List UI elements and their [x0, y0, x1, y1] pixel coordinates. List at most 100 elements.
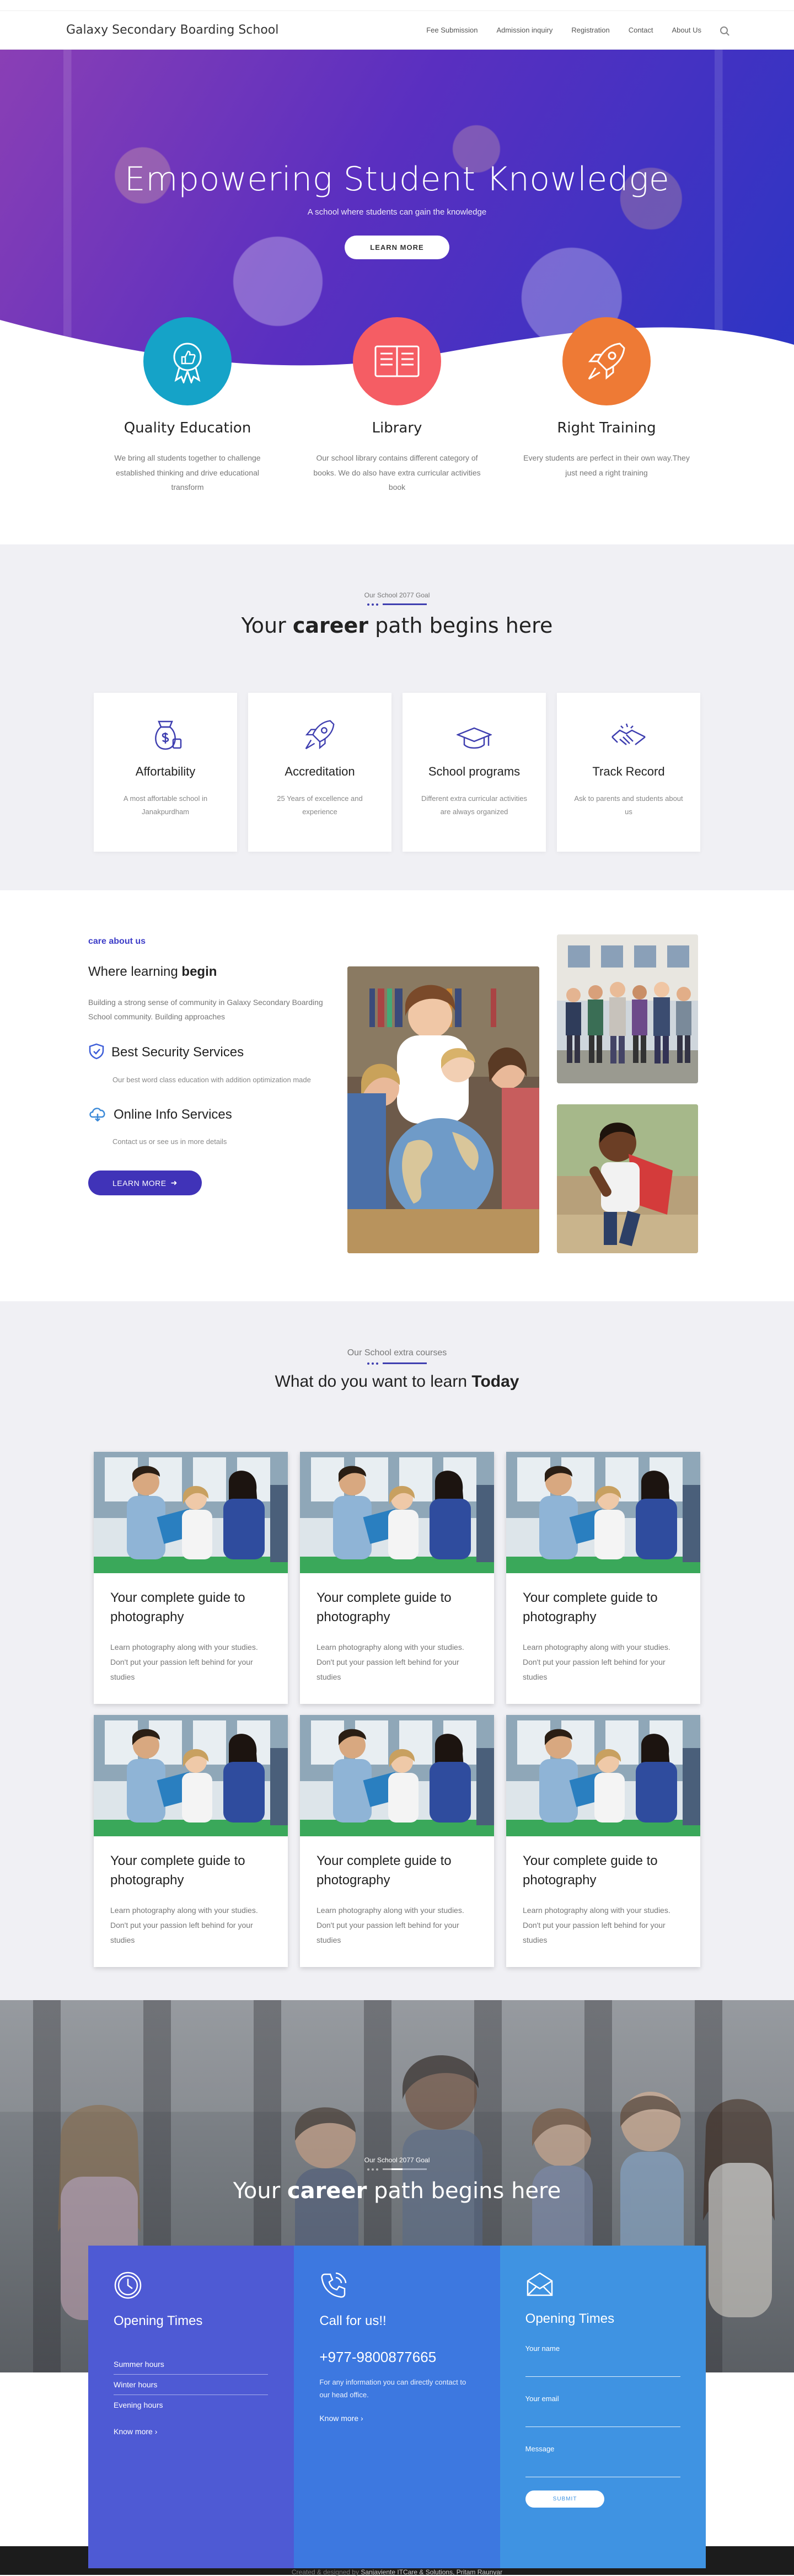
email-field[interactable]: Your email [525, 2395, 680, 2427]
courses-section: Our School extra courses What do you wan… [0, 1301, 794, 2000]
hours-winter: Winter hours [114, 2375, 268, 2395]
card-text: A most affortable school in Janakpurdham [123, 794, 208, 816]
nav-admission-inquiry[interactable]: Admission inquiry [496, 26, 552, 34]
card-track-record: Track Record Ask to parents and students… [557, 692, 700, 852]
card-accreditation: Accreditation 25 Years of excellence and… [248, 692, 391, 852]
course-title: Your complete guide to photography [110, 1590, 245, 1624]
opening-times-panel: Opening Times Summer hours Winter hours … [88, 2245, 294, 2568]
panel-title: Opening Times [114, 2313, 203, 2328]
section-kicker: Our School 2077 Goal [364, 591, 430, 599]
course-text: Learn photography along with your studie… [523, 1906, 670, 1944]
about-learn-more-button[interactable]: LEARN MORE ➜ [88, 1171, 202, 1196]
nav-registration[interactable]: Registration [571, 26, 609, 34]
know-more-link[interactable]: Know more › [114, 2427, 157, 2436]
hero-subtitle: A school where students can gain the kno… [307, 207, 487, 217]
about-section: care about us Where learning begin Build… [0, 890, 794, 1301]
phone-number[interactable]: +977-9800877665 [319, 2349, 474, 2366]
course-title: Your complete guide to photography [110, 1853, 245, 1888]
hours-evening: Evening hours [114, 2400, 163, 2409]
course-text: Learn photography along with your studie… [316, 1906, 464, 1944]
section-title: What do you want to learn Today [275, 1372, 519, 1391]
career-section: Our School 2077 Goal Your career path be… [0, 544, 794, 890]
clock-icon [114, 2272, 142, 2302]
brand-logo[interactable]: Galaxy Secondary Boarding School [66, 23, 278, 37]
course-grid: Your complete guide to photography Learn… [0, 1451, 794, 1967]
badge-thumbs-up-icon [143, 317, 232, 405]
service-security: Best Security Services Our best word cla… [88, 1043, 336, 1087]
money-bag-icon [110, 718, 221, 751]
students-group-photo [557, 934, 698, 1083]
rocket-icon [562, 317, 651, 405]
handshake-icon [573, 718, 684, 751]
feature-title: Quality Education [124, 420, 251, 436]
running-boy-photo [557, 1104, 698, 1253]
submit-button[interactable]: SUBMIT [525, 2490, 605, 2508]
course-card[interactable]: Your complete guide to photography Learn… [300, 1714, 494, 1967]
course-text: Learn photography along with your studie… [110, 1643, 258, 1681]
course-title: Your complete guide to photography [316, 1853, 452, 1888]
career-cards: Affortability A most affortable school i… [0, 692, 794, 852]
contact-form-panel: Opening Times Your name Your email Messa… [500, 2245, 706, 2568]
course-text: Learn photography along with your studie… [110, 1906, 258, 1944]
section-kicker: Our School 2077 Goal [364, 2156, 430, 2164]
nav-fee-submission[interactable]: Fee Submission [426, 26, 478, 34]
panel-title: Call for us!! [319, 2313, 387, 2328]
feature-title: Library [372, 420, 422, 436]
nav-contact[interactable]: Contact [629, 26, 653, 34]
course-card[interactable]: Your complete guide to photography Learn… [94, 1714, 288, 1967]
card-affortability: Affortability A most affortable school i… [94, 692, 237, 852]
hero-learn-more-button[interactable]: LEARN MORE [345, 236, 449, 259]
card-title: Accreditation [285, 764, 355, 778]
card-text: Different extra curricular activities ar… [421, 794, 527, 816]
panel-title: Opening Times [525, 2311, 615, 2326]
course-photo [94, 1451, 288, 1573]
feature-quality-education: Quality Education We bring all students … [83, 317, 292, 495]
call-panel: Call for us!! +977-9800877665 For any in… [294, 2245, 500, 2568]
navbar: Galaxy Secondary Boarding School Fee Sub… [0, 11, 794, 50]
course-card[interactable]: Your complete guide to photography Learn… [300, 1451, 494, 1704]
card-title: School programs [428, 764, 521, 778]
feature-text: We bring all students together to challe… [114, 453, 261, 492]
section-title: Your career path begins here [241, 613, 553, 638]
course-title: Your complete guide to photography [523, 1590, 658, 1624]
course-photo [94, 1714, 288, 1836]
about-tag: care about us [88, 936, 146, 946]
service-text: Contact us or see us in more details [112, 1137, 227, 1146]
message-field[interactable]: Message [525, 2445, 680, 2477]
features: Quality Education We bring all students … [0, 317, 794, 544]
main-menu: Fee Submission Admission inquiry Registr… [426, 26, 728, 34]
hero-title: Empowering Student Knowledge [124, 160, 670, 199]
course-text: Learn photography along with your studie… [523, 1643, 670, 1681]
about-content: care about us Where learning begin Build… [88, 934, 336, 1254]
service-title: Online Info Services [114, 1107, 232, 1123]
course-photo [506, 1451, 700, 1573]
course-card[interactable]: Your complete guide to photography Learn… [94, 1451, 288, 1704]
course-title: Your complete guide to photography [523, 1853, 658, 1888]
search-icon[interactable] [720, 26, 728, 34]
graduation-cap-icon [419, 718, 529, 751]
students-globe-photo [347, 966, 539, 1253]
course-title: Your complete guide to photography [316, 1590, 452, 1624]
course-card[interactable]: Your complete guide to photography Learn… [506, 1714, 700, 1967]
service-text: Our best word class education with addit… [112, 1075, 311, 1084]
course-card[interactable]: Your complete guide to photography Learn… [506, 1451, 700, 1704]
hours-summer: Summer hours [114, 2354, 268, 2375]
call-description: For any information you can directly con… [319, 2377, 466, 2399]
phone-icon [319, 2272, 348, 2302]
about-title: Where learning begin [88, 964, 217, 979]
contact-panels: Opening Times Summer hours Winter hours … [88, 2245, 706, 2568]
feature-right-training: Right Training Every students are perfec… [502, 317, 711, 495]
name-field[interactable]: Your name [525, 2344, 680, 2377]
nav-about-us[interactable]: About Us [672, 26, 701, 34]
card-text: Ask to parents and students about us [574, 794, 683, 816]
feature-text: Our school library contains different ca… [313, 453, 481, 492]
feature-title: Right Training [557, 420, 656, 436]
top-strip [0, 0, 794, 11]
chevron-right-icon: › [361, 2413, 363, 2423]
feature-text: Every students are perfect in their own … [523, 453, 690, 477]
rocket-icon [265, 718, 375, 751]
chevron-right-icon: › [154, 2427, 158, 2436]
hours-list: Summer hours Winter hours Evening hours [114, 2354, 269, 2415]
know-more-link[interactable]: Know more › [319, 2414, 363, 2423]
card-title: Track Record [592, 764, 665, 778]
